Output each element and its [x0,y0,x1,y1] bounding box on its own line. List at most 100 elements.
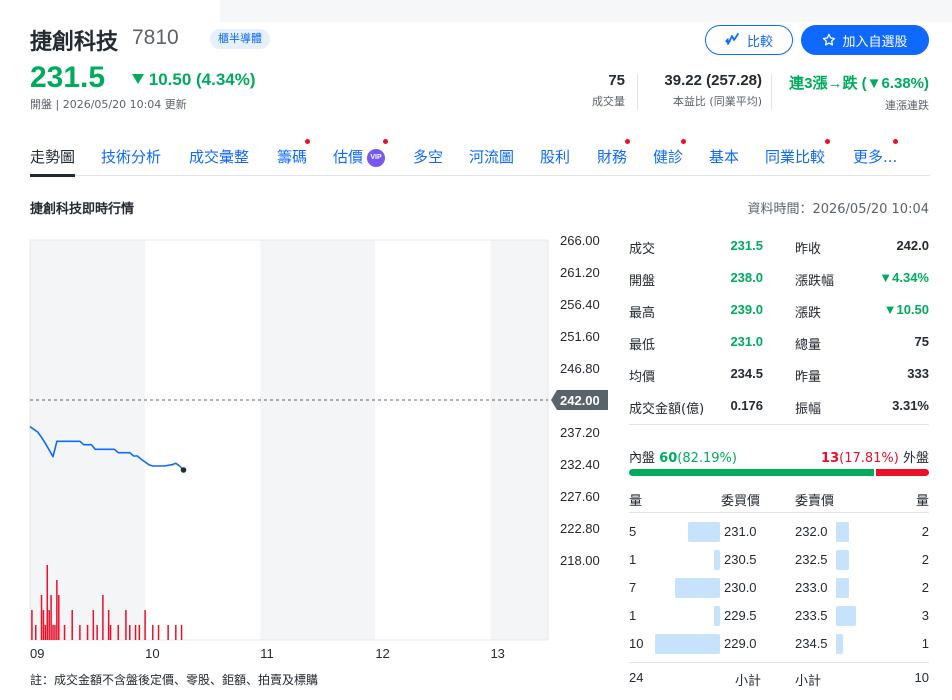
volume-bar [175,625,177,640]
bid-total-label: 小計 [735,674,762,689]
stat-volume-value: 75 [608,72,625,89]
volume-bar [44,625,47,640]
ob-head-ask-price: 委賣價 [795,494,835,509]
y-tick-label: 237.20 [560,425,600,440]
y-tick-label: 232.40 [560,457,600,472]
ask-price[interactable]: 233.5 [795,608,828,623]
new-dot [625,139,630,144]
quote-value: 239.0 [730,302,763,317]
volume-bar [48,610,50,640]
tab-more[interactable]: 更多... [853,139,898,167]
pressure-bar [629,469,929,476]
volume-bar [42,610,45,640]
new-dot [825,139,830,144]
new-dot [893,139,898,144]
volume-bar [138,625,141,640]
watchlist-label: 加入自選股 [842,34,908,50]
tab-health-label: 健診 [653,148,684,166]
ask-price[interactable]: 232.0 [795,524,828,539]
hour-band [490,240,548,640]
ask-depth-bar [836,522,849,542]
tab-bar: 走勢圖 技術分析 成交彙整 籌碼 估價 VIP 多空 河流圖 股利 財務 健診 基… [30,138,930,177]
stat-streak: 連3漲→跌 (▼6.38%) 連漲連跌 [789,72,929,113]
bid-price[interactable]: 229.5 [724,608,757,623]
quote-value: 333 [907,366,929,381]
ask-price[interactable]: 232.5 [795,552,828,567]
price-change: 10.50 (4.34%) [132,70,256,90]
ob-head-bid-vol: 量 [629,494,643,509]
y-tick-label: 261.20 [560,265,600,280]
tab-peer-compare[interactable]: 同業比較 [765,139,830,167]
ask-total-label: 小計 [795,674,822,689]
quote-label: 昨量 [795,370,822,385]
volume-bar [58,595,60,640]
quote-label: 成交 [629,242,656,257]
volume-bar [96,625,98,640]
vip-badge: VIP [367,148,386,167]
tab-valuation[interactable]: 估價 VIP [333,139,388,167]
intraday-chart[interactable]: 266.00 261.20 256.40 251.60 246.80 237.20 232.… [0,230,620,670]
add-to-watchlist-button[interactable]: 加入自選股 [801,25,929,55]
market-badge[interactable]: 櫃半導體 [210,29,270,49]
ask-volume: 1 [921,636,929,651]
quote-value: 238.0 [730,270,763,285]
bid-volume: 5 [629,524,637,539]
volume-bar [35,625,37,640]
orderbook-footer-divider [629,662,929,663]
stock-name: 捷創科技 [30,30,119,55]
ask-price[interactable]: 234.5 [795,636,828,651]
volume-bar [52,625,54,640]
compare-button[interactable]: 比較 [705,25,793,55]
inner-label: 內盤 [629,451,656,466]
ask-price[interactable]: 233.0 [795,580,828,595]
tab-chips[interactable]: 籌碼 [277,139,310,167]
quote-label: 總量 [795,338,822,353]
x-tick-label: 10 [145,646,159,661]
bid-price[interactable]: 231.0 [724,524,757,539]
new-dot [305,139,310,144]
bid-price[interactable]: 230.0 [724,580,757,595]
tab-bullbear[interactable]: 多空 [413,146,443,167]
compare-arrows-icon [724,33,739,45]
quote-label: 漲跌 [795,306,822,321]
tab-trades[interactable]: 成交彙整 [189,146,249,167]
tab-financials[interactable]: 財務 [597,139,630,167]
outer-label: 外盤 [902,451,929,466]
volume-bar [157,625,160,640]
outer-value: 13 [821,451,840,466]
volume-bar [152,625,154,640]
bid-depth-bar [713,550,720,570]
outer-bar [876,469,929,476]
hour-band [145,240,261,640]
tab-trend-label: 走勢圖 [30,148,76,166]
ask-volume: 2 [921,552,929,567]
tab-peer-compare-label: 同業比較 [765,148,826,166]
hour-band [375,240,491,640]
tab-trend[interactable]: 走勢圖 [30,146,76,177]
bid-price[interactable]: 230.5 [724,552,757,567]
quote-label: 昨收 [795,242,822,257]
volume-bar [167,625,169,640]
data-time: 資料時間：2026/05/20 10:04 [747,202,929,217]
quote-label: 均價 [629,370,656,385]
bid-depth-bar [713,606,720,626]
quote-value: 234.5 [730,366,763,381]
outer-pct: (17.81%) [839,451,899,466]
quote-label: 振幅 [795,402,822,417]
tab-river[interactable]: 河流圖 [469,146,514,167]
x-tick-label: 12 [375,646,389,661]
volume-bar [117,625,120,640]
tab-technical[interactable]: 技術分析 [101,146,161,167]
tab-health[interactable]: 健診 [653,139,686,167]
ob-head-bid-price: 委買價 [721,494,761,509]
quote-value: 242.0 [896,238,929,253]
tab-basic[interactable]: 基本 [709,146,739,167]
y-tick-label: 218.00 [560,553,600,568]
bid-price[interactable]: 229.0 [724,636,757,651]
price-change-text: 10.50 (4.34%) [148,70,256,89]
volume-bar [180,625,183,640]
tab-dividend[interactable]: 股利 [540,146,570,167]
tab-financials-label: 財務 [597,148,628,166]
tab-river-label: 河流圖 [469,148,515,166]
bid-volume: 7 [629,580,637,595]
